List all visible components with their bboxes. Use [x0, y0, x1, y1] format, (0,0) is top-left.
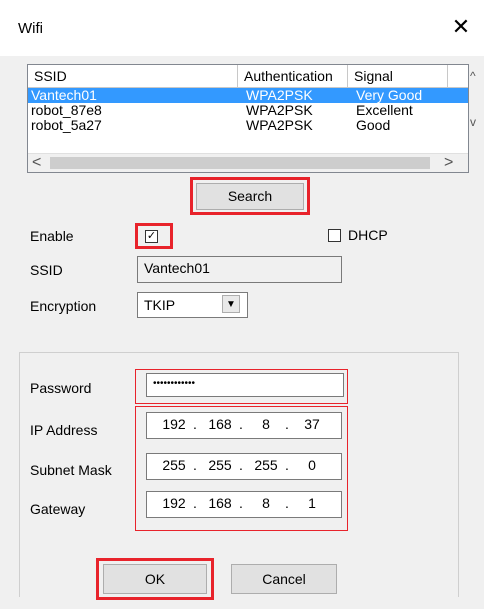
ip-octet: 8: [262, 495, 270, 511]
row-ssid: robot_5a27: [31, 117, 102, 133]
close-icon[interactable]: ✕: [448, 14, 474, 40]
column-header-ssid[interactable]: SSID: [28, 65, 238, 87]
row-signal: Good: [356, 117, 391, 133]
octet-separator: .: [193, 416, 197, 432]
encryption-value: TKIP: [144, 297, 176, 313]
gateway-label: Gateway: [30, 501, 86, 517]
row-signal: Excellent: [356, 102, 413, 118]
scrollbar-thumb[interactable]: [50, 157, 430, 169]
column-header-signal[interactable]: Signal: [348, 65, 448, 87]
octet-separator: .: [239, 457, 243, 473]
row-authentication: WPA2PSK: [246, 87, 313, 103]
ip-octet: 192: [162, 495, 186, 511]
dhcp-label: DHCP: [348, 227, 388, 243]
ip-octet: 255: [208, 457, 232, 473]
octet-separator: .: [239, 495, 243, 511]
ip-octet: 192: [162, 416, 186, 432]
ip-octet: 168: [208, 495, 232, 511]
ssid-label: SSID: [30, 262, 63, 278]
ip-octet: 255: [254, 457, 278, 473]
network-row[interactable]: Vantech01 WPA2PSK Very Good: [28, 88, 468, 103]
checkmark-icon: ✓: [146, 230, 157, 242]
chevron-down-icon[interactable]: ▼: [222, 295, 240, 313]
scroll-left-icon[interactable]: <: [32, 154, 41, 172]
encryption-label: Encryption: [30, 298, 97, 314]
subnet-mask-field[interactable]: 255 . 255 . 255 . 0: [146, 453, 342, 480]
subnet-mask-label: Subnet Mask: [30, 462, 112, 478]
title-bar: Wifi ✕: [0, 0, 484, 56]
scroll-down-icon[interactable]: v: [470, 115, 476, 129]
column-header-authentication[interactable]: Authentication: [238, 65, 348, 87]
dhcp-checkbox[interactable]: [328, 229, 341, 242]
ip-octet: 1: [308, 495, 316, 511]
ip-octet: 255: [162, 457, 186, 473]
ip-address-label: IP Address: [30, 422, 98, 438]
ip-octet: 0: [308, 457, 316, 473]
octet-separator: .: [285, 416, 289, 432]
row-ssid: robot_87e8: [31, 102, 102, 118]
gateway-field[interactable]: 192 . 168 . 8 . 1: [146, 491, 342, 518]
network-list-header: SSID Authentication Signal: [28, 65, 468, 88]
ip-address-field[interactable]: 192 . 168 . 8 . 37: [146, 412, 342, 439]
search-button[interactable]: Search: [196, 183, 304, 210]
window-title: Wifi: [18, 20, 43, 37]
network-row[interactable]: robot_87e8 WPA2PSK Excellent: [28, 103, 468, 118]
password-field[interactable]: ••••••••••••: [146, 373, 344, 397]
row-authentication: WPA2PSK: [246, 117, 313, 133]
ok-button[interactable]: OK: [103, 564, 207, 594]
network-row[interactable]: robot_5a27 WPA2PSK Good: [28, 118, 468, 133]
scroll-up-icon[interactable]: ^: [470, 69, 476, 83]
ip-octet: 37: [304, 416, 320, 432]
password-label: Password: [30, 380, 92, 396]
enable-label: Enable: [30, 228, 74, 244]
octet-separator: .: [239, 416, 243, 432]
ip-octet: 168: [208, 416, 232, 432]
network-list[interactable]: SSID Authentication Signal Vantech01 WPA…: [27, 64, 476, 173]
octet-separator: .: [285, 457, 289, 473]
row-ssid: Vantech01: [31, 87, 97, 103]
enable-checkbox[interactable]: ✓: [145, 230, 158, 243]
octet-separator: .: [285, 495, 289, 511]
ip-octet: 8: [262, 416, 270, 432]
ssid-field[interactable]: Vantech01: [137, 256, 342, 283]
scroll-right-icon[interactable]: >: [444, 154, 453, 172]
encryption-dropdown[interactable]: TKIP ▼: [137, 292, 248, 318]
row-authentication: WPA2PSK: [246, 102, 313, 118]
horizontal-scrollbar[interactable]: < >: [28, 153, 468, 172]
octet-separator: .: [193, 495, 197, 511]
octet-separator: .: [193, 457, 197, 473]
row-signal: Very Good: [356, 87, 423, 103]
cancel-button[interactable]: Cancel: [231, 564, 337, 594]
